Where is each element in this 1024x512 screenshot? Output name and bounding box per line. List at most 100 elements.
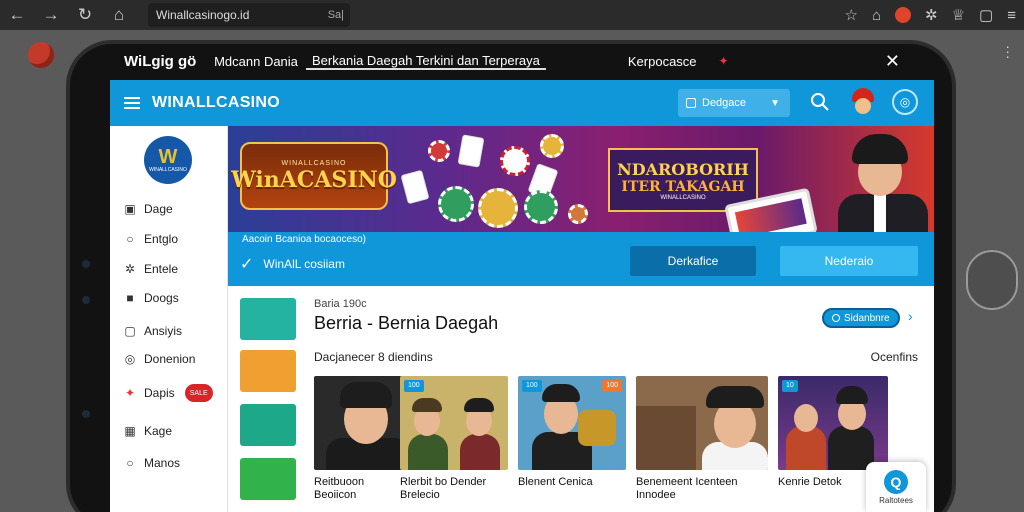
phone-sensor-dot <box>82 410 90 418</box>
topbar-tab-1[interactable]: Mdcann Dania <box>206 54 306 69</box>
content-filter-pill[interactable]: Sidanbnre <box>822 308 900 328</box>
forward-icon[interactable]: → <box>34 0 68 30</box>
sidebar-item-label: Ansiyis <box>144 324 183 338</box>
game-thumbnail: 10 <box>778 376 888 470</box>
sidebar-item-label: Dage <box>144 202 173 216</box>
promo-title: ✓ WinAlL cosiiam <box>240 254 345 274</box>
address-url: Winallcasinogo.id <box>156 8 250 22</box>
side-thumbnail[interactable] <box>240 458 296 500</box>
user-avatar[interactable] <box>850 88 876 116</box>
kebab-menu-icon[interactable]: · · · <box>1005 39 1010 63</box>
chevron-right-icon[interactable]: › <box>908 308 913 324</box>
header-dropdown[interactable]: Dedgace ▼ <box>678 89 790 117</box>
circle-icon: ○ <box>126 456 134 470</box>
casino-chip-icon <box>524 190 558 224</box>
browser-menu-icon[interactable]: ≡ <box>1007 7 1016 24</box>
topbar-brand: WiLgig gö <box>124 52 197 70</box>
phone-sensor-dot <box>82 296 90 304</box>
sidebar-item-entele[interactable]: ✲ Entele <box>124 262 178 276</box>
puzzle-icon: ✲ <box>124 262 136 276</box>
sale-badge: SALE <box>184 384 213 402</box>
sidebar-logo[interactable]: W WINALLCASINO <box>144 136 192 184</box>
sidebar-item-doogs[interactable]: ■ Doogs <box>124 291 178 305</box>
record-extension-icon[interactable] <box>895 7 912 23</box>
sidebar-item-label: Entglo <box>144 232 179 246</box>
promo-tagline: Aacoin Bcanioa bocaoceso) <box>242 234 366 245</box>
sidebar-item-label: Manos <box>144 456 181 470</box>
browser-actions: ☆ ⌂ ✲ ♕ ▢ ≡ <box>845 0 1017 30</box>
back-icon[interactable]: ← <box>0 0 34 30</box>
sidebar-logo-sub: WINALLCASINO <box>149 167 187 173</box>
game-card[interactable]: Benemeent Icenteen Innodee <box>636 376 768 512</box>
casino-chip-icon <box>540 134 564 158</box>
hero-banner[interactable]: WINALLCASINO WinACASINO NDAROBORIH ITER … <box>228 126 934 232</box>
game-tag: 10 <box>782 380 798 392</box>
bookmark-star-icon[interactable]: ☆ <box>845 6 858 24</box>
floating-help-button[interactable]: Q Raltotees <box>866 462 926 512</box>
chevron-down-icon: ▼ <box>770 97 780 109</box>
sidebar-item-manos[interactable]: ○ Manos <box>124 456 180 470</box>
side-thumbnail[interactable] <box>240 298 296 340</box>
sidebar-item-dage[interactable]: ▣ Dage <box>124 202 173 216</box>
square-icon: ■ <box>126 291 134 305</box>
site-logo-text[interactable]: WINALLCASINO <box>152 94 280 112</box>
calendar-icon: ▦ <box>124 424 136 438</box>
game-tag: 100 <box>404 380 424 392</box>
topbar-tab-3[interactable]: Kerpocasce <box>628 54 697 69</box>
casino-chip-icon <box>438 186 474 222</box>
crown-extension-icon[interactable]: ♕ <box>952 6 965 24</box>
sidebar-logo-mark: W <box>158 146 178 168</box>
promo-button-primary[interactable]: Derkafice <box>630 246 756 276</box>
casino-chip-icon <box>500 146 530 176</box>
home-icon[interactable]: ⌂ <box>102 0 136 30</box>
desktop-mascot-icon <box>28 42 54 68</box>
search-icon[interactable] <box>810 92 830 112</box>
banner-casino-logo: WINALLCASINO WinACASINO <box>231 142 397 210</box>
reload-icon[interactable]: ↻ <box>68 0 102 30</box>
host-shirt <box>874 194 886 232</box>
game-card[interactable]: 100 100 Blenent Cenica <box>518 376 626 512</box>
topbar-tab-2[interactable]: Berkania Daegah Terkini dan Terperaya <box>306 53 546 70</box>
side-thumbnail[interactable] <box>240 404 296 446</box>
banner-title-line-1: NDAROBORIH <box>617 159 749 179</box>
page-icon: ▣ <box>124 202 136 216</box>
banner-host-image <box>830 134 930 232</box>
game-tag: 100 <box>522 380 542 392</box>
settings-icon[interactable]: ◎ <box>892 89 918 115</box>
section-see-all-link[interactable]: Ocenfins <box>871 350 918 364</box>
host-hat <box>852 134 908 164</box>
help-q-icon: Q <box>884 469 908 494</box>
check-icon: ✓ <box>240 256 254 273</box>
game-thumbnail: 100 <box>400 376 508 470</box>
side-thumbnail[interactable] <box>240 350 296 392</box>
sidebar-item-label: Entele <box>144 262 179 276</box>
dropdown-square-icon <box>686 98 696 108</box>
sidebar-item-label: Donenion <box>144 352 196 366</box>
address-bar[interactable]: Winallcasinogo.id Sa| <box>148 3 350 27</box>
section-heading: Dacjanecer 8 diendins <box>314 350 433 364</box>
casino-chip-icon <box>568 204 588 224</box>
fab-label: Raltotees <box>879 495 913 505</box>
hamburger-menu-icon[interactable] <box>124 97 140 109</box>
game-tag: 100 <box>602 380 622 392</box>
close-icon[interactable]: ✕ <box>885 51 934 72</box>
avatar-face <box>855 98 871 114</box>
sidebar-item-entglo[interactable]: ○ Entglo <box>124 232 178 246</box>
puzzle-extension-icon[interactable]: ✲ <box>925 6 938 24</box>
content-title: Berria - Bernia Daegah <box>314 313 499 333</box>
sidebar-item-ansiyis[interactable]: ▢ Ansiyis <box>124 324 182 338</box>
game-card[interactable]: 100 Rlerbit bo Dender Brelecio <box>400 376 508 512</box>
phone-home-button[interactable] <box>966 250 1018 310</box>
playing-card-icon <box>457 134 485 168</box>
sidebar-item-donenion[interactable]: ◎ Donenion <box>124 352 196 366</box>
promo-button-secondary[interactable]: Nederaio <box>780 246 918 276</box>
phone-sensor-dot <box>82 260 90 268</box>
casino-chip-icon <box>428 140 450 162</box>
banner-title-line-3: WINALLCASINO <box>660 194 706 201</box>
sidebar-item-dapis[interactable]: ✦ Dapis SALE <box>124 384 213 402</box>
extension-home-icon[interactable]: ⌂ <box>872 7 881 24</box>
tab-square-icon[interactable]: ▢ <box>979 6 993 24</box>
game-name: Rlerbit bo Dender Brelecio <box>400 476 487 501</box>
sidebar-item-kage[interactable]: ▦ Kage <box>124 424 172 438</box>
game-name: Blenent Cenica <box>518 476 593 488</box>
